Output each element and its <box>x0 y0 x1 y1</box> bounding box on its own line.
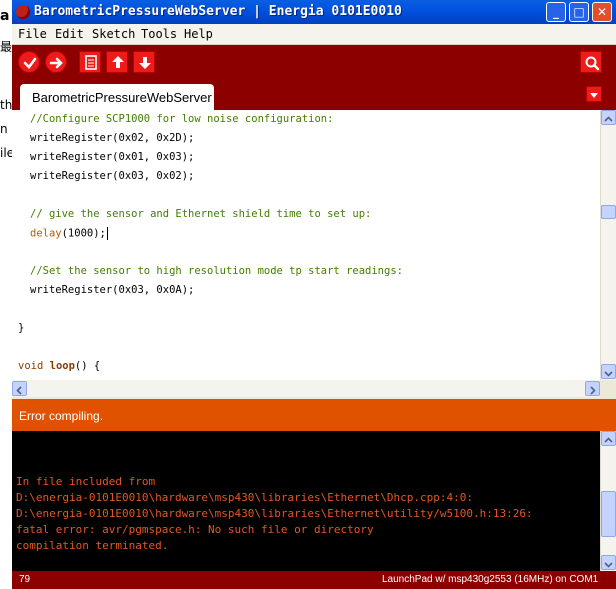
tab-label: BarometricPressureWebServer <box>32 90 212 105</box>
background-window: a 最 th n ile <box>0 0 14 589</box>
chevron-down-icon <box>604 562 613 568</box>
console-output[interactable]: In file included from D:\energia-0101E00… <box>12 431 600 571</box>
menu-help[interactable]: Help <box>184 27 213 41</box>
menu-bar: File Edit Sketch Tools Help <box>12 24 616 45</box>
code-line: //Configure SCP1000 for low noise config… <box>30 113 334 125</box>
menu-sketch[interactable]: Sketch <box>92 27 135 41</box>
scroll-right-button[interactable] <box>585 381 600 396</box>
energia-window: BarometricPressureWebServer | Energia 01… <box>12 0 616 589</box>
chevron-up-icon <box>604 116 613 122</box>
console-scroll-thumb[interactable] <box>601 491 616 537</box>
background-text: a <box>0 8 10 24</box>
background-text: th <box>0 98 13 112</box>
chevron-down-icon <box>590 93 598 98</box>
scroll-down-button[interactable] <box>601 364 616 379</box>
menu-file[interactable]: File <box>18 27 47 41</box>
new-button[interactable] <box>79 51 101 73</box>
console-line: In file included from <box>16 475 156 488</box>
text-caret <box>106 227 108 240</box>
energia-app-icon[interactable] <box>16 5 30 19</box>
open-button[interactable] <box>106 51 128 73</box>
window-title: BarometricPressureWebServer | Energia 01… <box>34 4 402 19</box>
status-message: Error compiling. <box>19 409 104 423</box>
board-info: LaunchPad w/ msp430g2553 (16MHz) on COM1 <box>382 574 599 585</box>
upload-icon <box>49 57 63 69</box>
code-line: delay(1000); <box>30 227 108 240</box>
close-button[interactable]: ✕ <box>592 2 612 22</box>
verify-icon <box>23 57 37 69</box>
scroll-left-button[interactable] <box>12 381 27 396</box>
open-icon <box>112 56 124 68</box>
title-bar[interactable]: BarometricPressureWebServer | Energia 01… <box>12 0 616 24</box>
code-editor[interactable]: //Configure SCP1000 for low noise config… <box>12 110 600 380</box>
code-token-args: (1000); <box>61 227 106 240</box>
footer-bar: 79 LaunchPad w/ msp430g2553 (16MHz) on C… <box>12 571 616 589</box>
serial-monitor-icon <box>585 56 600 71</box>
code-token-rest: () { <box>74 360 101 372</box>
background-text: 最 <box>0 40 13 54</box>
menu-tools[interactable]: Tools <box>141 27 177 41</box>
save-button[interactable] <box>133 51 155 73</box>
menu-edit[interactable]: Edit <box>55 27 84 41</box>
code-line: writeRegister(0x03, 0x0A); <box>30 284 195 296</box>
console-scroll-down-button[interactable] <box>601 555 616 570</box>
status-bar: Error compiling. <box>12 399 616 431</box>
code-line: writeRegister(0x03, 0x02); <box>30 170 195 182</box>
editor-horizontal-scrollbar[interactable] <box>12 380 600 397</box>
chevron-up-icon <box>604 437 613 443</box>
chevron-right-icon <box>590 386 596 395</box>
minimize-icon: _ <box>553 5 559 19</box>
tab-barometric-pressure-web-server[interactable]: BarometricPressureWebServer <box>20 84 214 110</box>
code-token-loop: loop <box>49 360 75 372</box>
chevron-left-icon <box>16 386 22 395</box>
editor-vertical-scrollbar[interactable] <box>600 110 616 380</box>
console-line: compilation terminated. <box>16 539 169 552</box>
new-icon <box>85 55 97 70</box>
code-token-void: void <box>18 360 44 372</box>
verify-button[interactable] <box>18 51 40 73</box>
upload-button[interactable] <box>45 51 67 73</box>
code-line: void loop() { <box>18 360 100 372</box>
console-line: D:\energia-0101E0010\hardware\msp430\lib… <box>16 507 533 520</box>
code-line: // give the sensor and Ethernet shield t… <box>30 208 372 220</box>
tab-menu-button[interactable] <box>586 86 602 102</box>
code-line: } <box>18 322 25 334</box>
chevron-down-icon <box>604 371 613 377</box>
console-scroll-up-button[interactable] <box>601 431 616 446</box>
code-line: writeRegister(0x02, 0x2D); <box>30 132 195 144</box>
serial-monitor-button[interactable] <box>580 51 602 73</box>
toolbar <box>12 45 616 79</box>
console-vertical-scrollbar[interactable] <box>600 431 616 571</box>
scroll-up-button[interactable] <box>601 110 616 125</box>
save-icon <box>139 57 151 69</box>
console-line: fatal error: avr/pgmspace.h: No such fil… <box>16 523 374 536</box>
close-icon: ✕ <box>596 5 608 19</box>
background-text: n <box>0 122 8 136</box>
line-number: 79 <box>19 574 31 585</box>
console-line: D:\energia-0101E0010\hardware\msp430\lib… <box>16 491 473 504</box>
code-line: //Set the sensor to high resolution mode… <box>30 265 403 277</box>
code-token-delay: delay <box>30 227 62 240</box>
code-line: writeRegister(0x01, 0x03); <box>30 151 195 163</box>
maximize-icon: □ <box>573 5 585 19</box>
minimize-button[interactable]: _ <box>546 2 566 22</box>
maximize-button[interactable]: □ <box>569 2 589 22</box>
tab-strip: BarometricPressureWebServer <box>12 79 616 110</box>
scroll-thumb[interactable] <box>601 205 616 219</box>
